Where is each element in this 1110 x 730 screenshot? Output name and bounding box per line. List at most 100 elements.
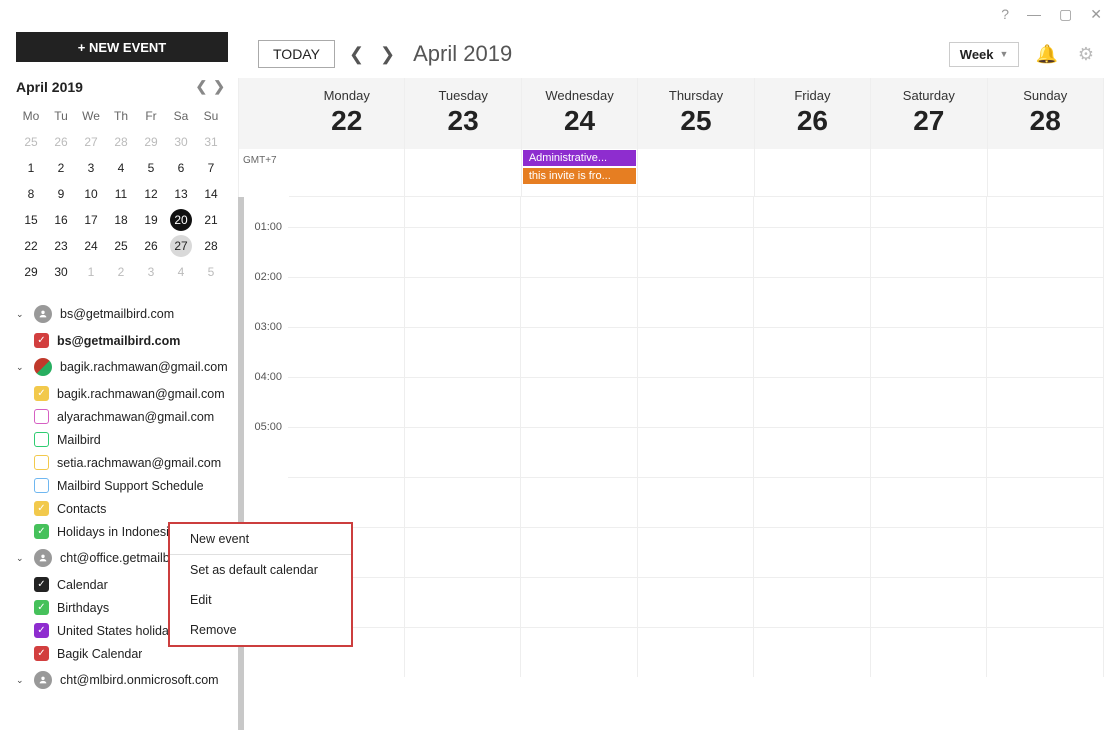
hour-cell[interactable]: [987, 527, 1104, 577]
mini-calendar-day[interactable]: 23: [46, 233, 76, 259]
mini-calendar-day[interactable]: 18: [106, 207, 136, 233]
hour-cell[interactable]: [405, 197, 522, 227]
hour-cell[interactable]: [288, 197, 405, 227]
calendar-checkbox[interactable]: [34, 623, 49, 638]
hour-cell[interactable]: [987, 277, 1104, 327]
mini-calendar-day[interactable]: 4: [166, 259, 196, 285]
hour-cell[interactable]: [288, 377, 405, 427]
hour-cell[interactable]: [871, 377, 988, 427]
mini-calendar-day[interactable]: 1: [16, 155, 46, 181]
hour-cell[interactable]: [638, 377, 755, 427]
calendar-item[interactable]: Contacts: [16, 497, 228, 520]
minimize-icon[interactable]: —: [1027, 6, 1041, 22]
mini-calendar-day[interactable]: 28: [196, 233, 226, 259]
view-selector[interactable]: Week ▼: [949, 42, 1020, 67]
hour-cell[interactable]: [288, 427, 405, 477]
context-menu-item[interactable]: Edit: [170, 585, 351, 615]
allday-cell[interactable]: [289, 149, 405, 197]
hour-cell[interactable]: [754, 577, 871, 627]
day-header[interactable]: Monday22: [289, 78, 405, 149]
mini-calendar-day[interactable]: 6: [166, 155, 196, 181]
hour-cell[interactable]: [521, 427, 638, 477]
hour-cell[interactable]: [638, 627, 755, 677]
mini-calendar-day[interactable]: 16: [46, 207, 76, 233]
account-header[interactable]: ⌄bs@getmailbird.com: [16, 299, 228, 329]
account-header[interactable]: ⌄cht@mlbird.onmicrosoft.com: [16, 665, 228, 695]
mini-calendar-next-icon[interactable]: ❯: [210, 78, 228, 95]
hour-cell[interactable]: [288, 277, 405, 327]
mini-calendar-day[interactable]: 30: [46, 259, 76, 285]
mini-calendar-day[interactable]: 13: [166, 181, 196, 207]
hour-cell[interactable]: [871, 527, 988, 577]
allday-event[interactable]: this invite is fro...: [523, 168, 636, 184]
allday-cell[interactable]: [638, 149, 754, 197]
hour-cell[interactable]: [987, 477, 1104, 527]
mini-calendar-day[interactable]: 29: [16, 259, 46, 285]
hour-cell[interactable]: [987, 377, 1104, 427]
day-header[interactable]: Thursday25: [638, 78, 754, 149]
context-menu-item[interactable]: Set as default calendar: [170, 554, 351, 585]
mini-calendar-day[interactable]: 31: [196, 129, 226, 155]
hour-cell[interactable]: [405, 277, 522, 327]
mini-calendar-day[interactable]: 30: [166, 129, 196, 155]
hour-cell[interactable]: [405, 477, 522, 527]
mini-calendar-day[interactable]: 1: [76, 259, 106, 285]
calendar-checkbox[interactable]: [34, 501, 49, 516]
bell-icon[interactable]: 🔔: [1031, 44, 1061, 65]
hour-cell[interactable]: [521, 377, 638, 427]
calendar-checkbox[interactable]: [34, 577, 49, 592]
day-header[interactable]: Tuesday23: [405, 78, 521, 149]
new-event-button[interactable]: + NEW EVENT: [16, 32, 228, 62]
allday-cell[interactable]: Administrative... this invite is fro...: [522, 149, 638, 197]
mini-calendar-day[interactable]: 7: [196, 155, 226, 181]
mini-calendar-day[interactable]: 3: [76, 155, 106, 181]
mini-calendar-day[interactable]: 27: [166, 233, 196, 259]
calendar-item[interactable]: setia.rachmawan@gmail.com: [16, 451, 228, 474]
hour-cell[interactable]: [871, 197, 988, 227]
calendar-item[interactable]: Mailbird: [16, 428, 228, 451]
mini-calendar-day[interactable]: 11: [106, 181, 136, 207]
mini-calendar-day[interactable]: 19: [136, 207, 166, 233]
mini-calendar-day[interactable]: 22: [16, 233, 46, 259]
hour-cell[interactable]: [871, 327, 988, 377]
hour-cell[interactable]: [987, 227, 1104, 277]
mini-calendar-day[interactable]: 17: [76, 207, 106, 233]
hour-cell[interactable]: [638, 197, 755, 227]
allday-cell[interactable]: [871, 149, 987, 197]
hour-cell[interactable]: [987, 427, 1104, 477]
mini-calendar-day[interactable]: 21: [196, 207, 226, 233]
hour-cell[interactable]: [754, 627, 871, 677]
hour-cell[interactable]: [754, 427, 871, 477]
hour-cell[interactable]: [405, 577, 522, 627]
hour-cell[interactable]: [638, 277, 755, 327]
hour-cell[interactable]: [754, 197, 871, 227]
calendar-item[interactable]: Mailbird Support Schedule: [16, 474, 228, 497]
mini-calendar-prev-icon[interactable]: ❮: [193, 78, 211, 95]
mini-calendar-day[interactable]: 25: [16, 129, 46, 155]
hour-cell[interactable]: [754, 277, 871, 327]
mini-calendar-day[interactable]: 3: [136, 259, 166, 285]
calendar-checkbox[interactable]: [34, 600, 49, 615]
mini-calendar-day[interactable]: 26: [136, 233, 166, 259]
hour-cell[interactable]: [521, 227, 638, 277]
allday-event[interactable]: Administrative...: [523, 150, 636, 166]
mini-calendar[interactable]: MoTuWeThFrSaSu25262728293031123456789101…: [16, 103, 226, 285]
calendar-next-icon[interactable]: ❯: [378, 44, 397, 65]
calendar-checkbox[interactable]: [34, 478, 49, 493]
allday-cell[interactable]: [405, 149, 521, 197]
allday-cell[interactable]: [988, 149, 1104, 197]
maximize-icon[interactable]: ▢: [1059, 6, 1072, 23]
hour-cell[interactable]: [638, 427, 755, 477]
mini-calendar-day[interactable]: 12: [136, 181, 166, 207]
day-header[interactable]: Sunday28: [988, 78, 1104, 149]
mini-calendar-day[interactable]: 20: [166, 207, 196, 233]
help-icon[interactable]: ?: [1001, 6, 1009, 22]
context-menu-item[interactable]: Remove: [170, 615, 351, 645]
mini-calendar-day[interactable]: 15: [16, 207, 46, 233]
close-icon[interactable]: ✕: [1090, 6, 1102, 23]
hour-cell[interactable]: [987, 627, 1104, 677]
hour-cell[interactable]: [754, 227, 871, 277]
hour-cell[interactable]: [754, 527, 871, 577]
hour-cell[interactable]: [405, 427, 522, 477]
hour-cell[interactable]: [987, 327, 1104, 377]
